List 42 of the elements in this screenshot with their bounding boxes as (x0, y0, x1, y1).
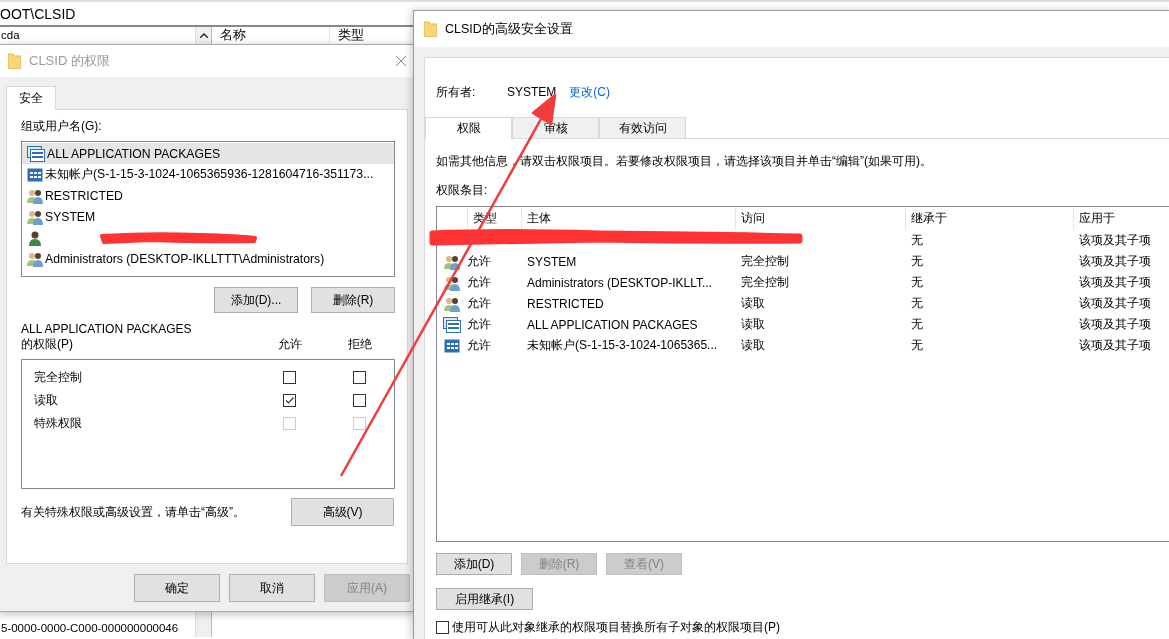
window-title: CLSID的高级安全设置 (445, 20, 573, 38)
table-cell-text: 无 (910, 253, 924, 270)
table-cell-text: 无 (910, 274, 924, 291)
table-cell-text: 允许 (467, 337, 492, 354)
table-cell-text: 无 (910, 232, 924, 249)
table-cell-text: 读取 (740, 337, 766, 354)
table-cell-text: SYSTEM (526, 254, 578, 269)
field-label: 权限条目: (436, 182, 489, 199)
hint-text: 有关特殊权限或高级设置，请单击“高级”。 (21, 503, 245, 521)
table-cell-text: 该项及其子项 (1078, 337, 1152, 354)
owner-label: 所有者: (436, 83, 477, 101)
table-cell-text: RESTRICTED (526, 296, 605, 311)
table-cell-text: 允许 (467, 316, 492, 333)
table-cell-text: 无 (910, 316, 924, 333)
table-cell-text: 允许 (467, 295, 492, 312)
table-cell-text: ALL APPLICATION PACKAGES (526, 317, 699, 332)
table-cell-text: 该项及其子项 (1078, 253, 1152, 270)
table-cell-text: 无 (910, 295, 924, 312)
table-cell-text: 完全控制 (740, 253, 790, 270)
table-cell-text: 该项及其子项 (1078, 274, 1152, 291)
permission-name: 特殊权限 (34, 415, 83, 432)
column-header: 拒绝 (347, 336, 373, 353)
table-cell-text: 允许 (467, 274, 492, 291)
table-cell-text: 未知帐户(S-1-15-3-1024-1065365... (526, 337, 719, 354)
table-cell-text: 该项及其子项 (1078, 295, 1152, 312)
permissions-label: 的权限(P) (21, 336, 74, 353)
table-cell-text: Administrators (DESKTOP-IKLLT... (526, 275, 713, 290)
permission-name: 读取 (34, 392, 59, 409)
table-cell-text: 该项及其子项 (1078, 316, 1152, 333)
window-title: CLSID 的权限 (29, 52, 111, 70)
table-cell-text: 无 (910, 337, 924, 354)
table-cell-text: 读取 (740, 295, 766, 312)
permissions-heading: ALL APPLICATION PACKAGES (21, 322, 193, 336)
table-cell-text: 完全控制 (740, 274, 790, 291)
permission-name: 完全控制 (34, 369, 83, 386)
info-text: 如需其他信息，请双击权限项目。若要修改权限项目，请选择该项目并单击“编辑”(如果可用)。 (436, 153, 933, 170)
owner-name: SYSTEM (507, 85, 557, 99)
field-label: 组或用户名(G): (21, 118, 103, 135)
table-cell-text: 该项及其子项 (1078, 232, 1152, 249)
column-header: 允许 (277, 336, 303, 353)
table-cell-text: 读取 (740, 316, 766, 333)
table-cell-text: 允许 (467, 253, 492, 270)
